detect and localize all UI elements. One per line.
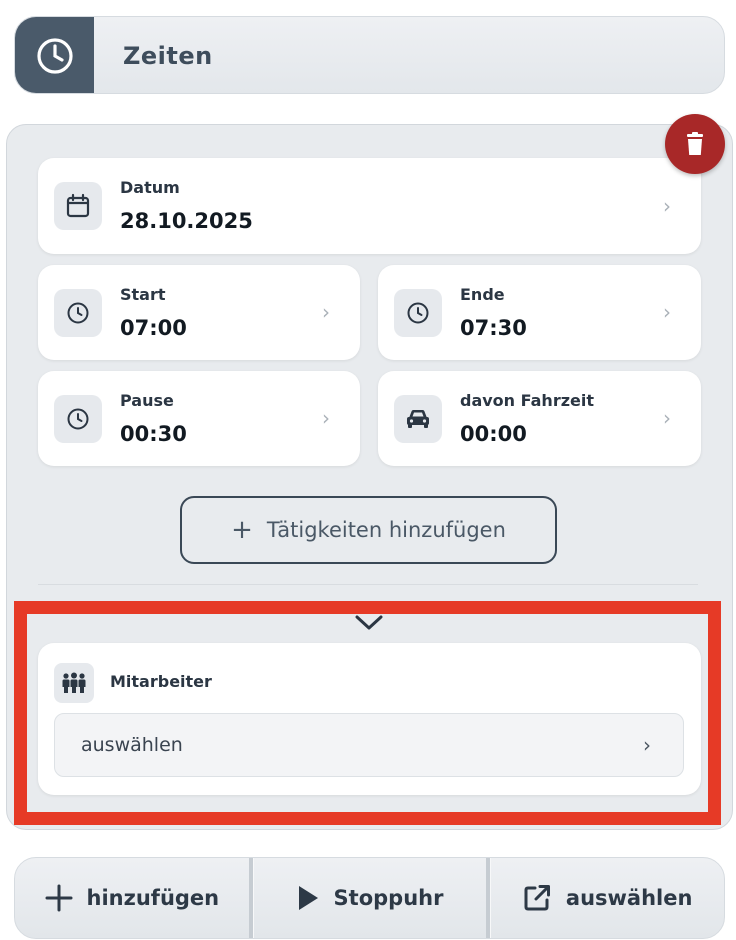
add-entry-label: hinzufügen xyxy=(86,886,220,910)
car-icon xyxy=(407,410,429,428)
delete-button[interactable] xyxy=(665,114,725,174)
chevron-down-icon[interactable] xyxy=(354,612,384,634)
clock-icon xyxy=(36,38,73,74)
play-icon xyxy=(298,886,318,910)
clock-icon xyxy=(67,408,89,430)
chevron-right-icon: › xyxy=(663,194,671,218)
add-activities-button[interactable]: + Tätigkeiten hinzufügen xyxy=(180,496,557,564)
people-icon-box xyxy=(54,663,94,703)
bottom-action-bar: hinzufügen Stoppuhr auswählen xyxy=(14,857,725,939)
clock-icon xyxy=(67,302,89,324)
car-icon-box xyxy=(394,395,442,443)
start-label: Start xyxy=(120,285,166,304)
travel-time-field[interactable]: davon Fahrzeit 00:00 › xyxy=(378,371,701,466)
end-value: 07:30 xyxy=(460,316,527,340)
select-template-button[interactable]: auswählen xyxy=(490,858,724,938)
date-label: Datum xyxy=(120,178,180,197)
add-entry-button[interactable]: hinzufügen xyxy=(15,858,249,938)
date-field[interactable]: Datum 28.10.2025 › xyxy=(38,158,701,254)
chevron-right-icon: › xyxy=(322,406,330,430)
divider xyxy=(38,584,698,585)
stopwatch-button[interactable]: Stoppuhr xyxy=(253,858,487,938)
people-icon xyxy=(62,672,86,693)
date-value: 28.10.2025 xyxy=(120,209,253,233)
stopwatch-label: Stoppuhr xyxy=(333,886,444,910)
chevron-right-icon: › xyxy=(663,300,671,324)
pause-label: Pause xyxy=(120,391,174,410)
plus-icon: + xyxy=(231,515,253,545)
pause-field[interactable]: Pause 00:30 › xyxy=(38,371,360,466)
pause-value: 00:30 xyxy=(120,422,187,446)
calendar-icon xyxy=(66,193,90,218)
trash-icon xyxy=(687,132,703,155)
select-template-label: auswählen xyxy=(565,886,693,910)
section-header[interactable]: Zeiten xyxy=(14,16,725,94)
clock-icon-box xyxy=(54,395,102,443)
travel-time-label: davon Fahrzeit xyxy=(460,391,594,410)
employees-select-value: auswählen xyxy=(81,734,183,756)
travel-time-value: 00:00 xyxy=(460,422,527,446)
header-icon-box xyxy=(15,17,94,93)
plus-icon xyxy=(45,884,73,912)
clock-icon xyxy=(407,302,429,324)
end-field[interactable]: Ende 07:30 › xyxy=(378,265,701,360)
start-field[interactable]: Start 07:00 › xyxy=(38,265,360,360)
clock-icon-box xyxy=(394,289,442,337)
chevron-right-icon: › xyxy=(643,733,651,757)
clock-icon-box xyxy=(54,289,102,337)
employees-card: Mitarbeiter auswählen › xyxy=(38,643,701,795)
external-link-icon xyxy=(524,885,550,911)
add-activities-label: Tätigkeiten hinzufügen xyxy=(266,518,506,542)
calendar-icon-box xyxy=(54,182,102,230)
chevron-right-icon: › xyxy=(322,300,330,324)
page-title: Zeiten xyxy=(123,42,213,70)
start-value: 07:00 xyxy=(120,316,187,340)
end-label: Ende xyxy=(460,285,505,304)
employees-label: Mitarbeiter xyxy=(110,672,212,691)
chevron-right-icon: › xyxy=(663,406,671,430)
employees-select[interactable]: auswählen › xyxy=(54,713,684,777)
